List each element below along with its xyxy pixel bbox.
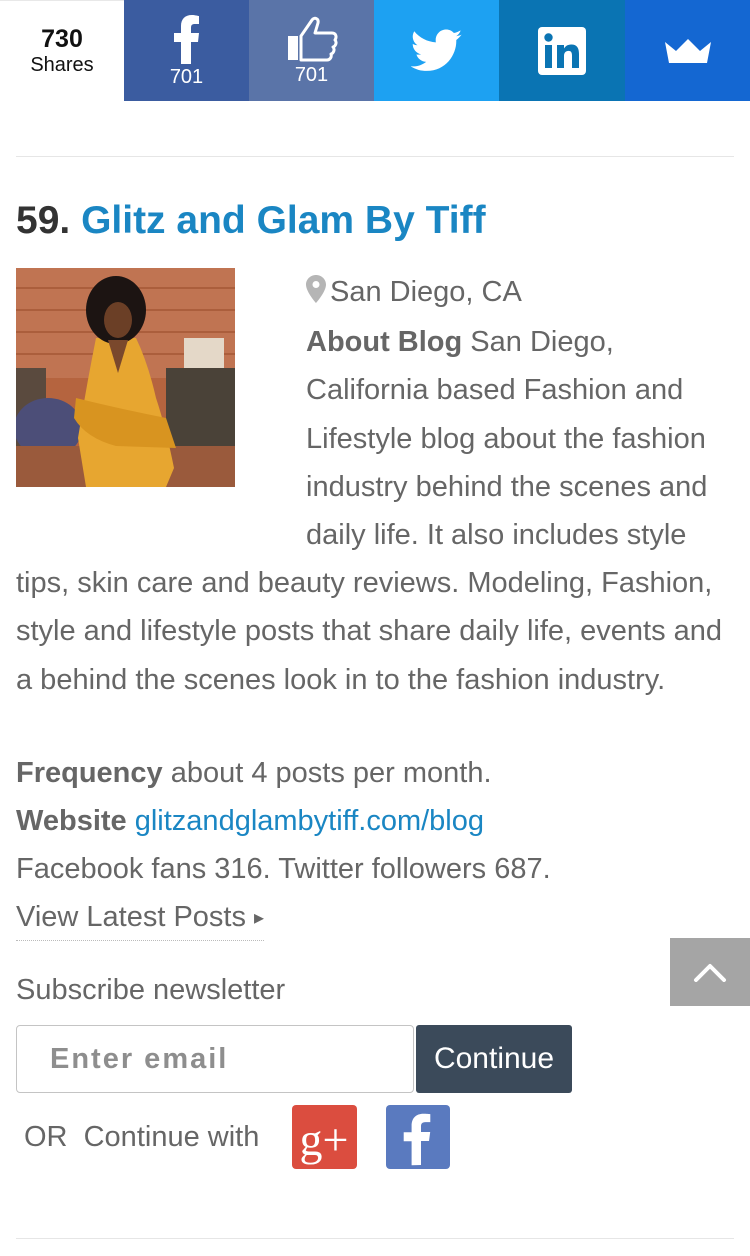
view-latest-posts-link[interactable]: View Latest Posts ▸ [16,895,265,941]
subscribe-newsletter-label: Subscribe newsletter [16,974,286,1006]
share-count: 730 Shares [0,0,124,101]
thumbs-up-icon [287,16,338,61]
divider-top [16,156,734,157]
view-latest-posts-label: View Latest Posts [16,901,246,933]
google-plus-glyph: g+ [300,1114,349,1165]
entry-number: 59. [16,199,71,242]
blog-meta: Frequency about 4 posts per month. Websi… [16,749,734,941]
chevron-up-icon [694,964,726,982]
facebook-share-button[interactable]: 701 [124,0,249,101]
entry-title-link[interactable]: Glitz and Glam By Tiff [81,199,486,242]
twitter-icon [410,29,462,71]
google-plus-icon: g+ [300,1114,349,1165]
like-button[interactable]: 701 [249,0,374,101]
crown-icon [664,38,711,63]
location-pin-icon [306,270,326,318]
social-stats: Facebook fans 316. Twitter followers 687… [16,853,551,885]
website-link[interactable]: glitzandglambytiff.com/blog [135,805,484,837]
like-count: 701 [294,63,329,86]
frequency-row: Frequency about 4 posts per month. [16,749,734,797]
google-plus-login-button[interactable]: g+ [292,1105,357,1169]
website-row: Website glitzandglambytiff.com/blog [16,797,734,845]
share-count-label: Shares [30,54,94,76]
thumbnail-spacer [16,268,306,542]
twitter-share-button[interactable] [374,0,499,101]
blog-description: San Diego, CA About Blog San Diego, Cali… [16,268,734,704]
linkedin-share-button[interactable] [499,0,625,101]
crown-share-button[interactable] [625,0,750,101]
frequency-value: about 4 posts per month. [170,757,492,789]
or-continue-with-label: OR Continue with [24,1120,260,1153]
location-text: San Diego, CA [330,276,522,308]
scroll-to-top-button[interactable] [670,938,750,1006]
play-arrow-icon: ▸ [254,907,265,929]
facebook-login-button[interactable] [386,1105,450,1169]
share-count-number: 730 [41,25,83,53]
divider-bottom [16,1238,734,1239]
facebook-icon [173,14,199,64]
facebook-share-count: 701 [169,65,204,88]
facebook-icon [403,1113,431,1166]
website-label: Website [16,805,127,837]
frequency-label: Frequency [16,757,163,789]
continue-button[interactable]: Continue [416,1025,572,1093]
view-latest-row: View Latest Posts ▸ [16,893,734,941]
about-blog-label: About Blog [306,326,463,359]
or-continue-with-text: OR Continue with [24,1105,259,1169]
email-input[interactable] [16,1025,414,1093]
share-bar: 730 Shares 701 701 [0,0,750,101]
linkedin-icon [538,26,586,75]
entry-title: 59. Glitz and Glam By Tiff [16,198,486,244]
